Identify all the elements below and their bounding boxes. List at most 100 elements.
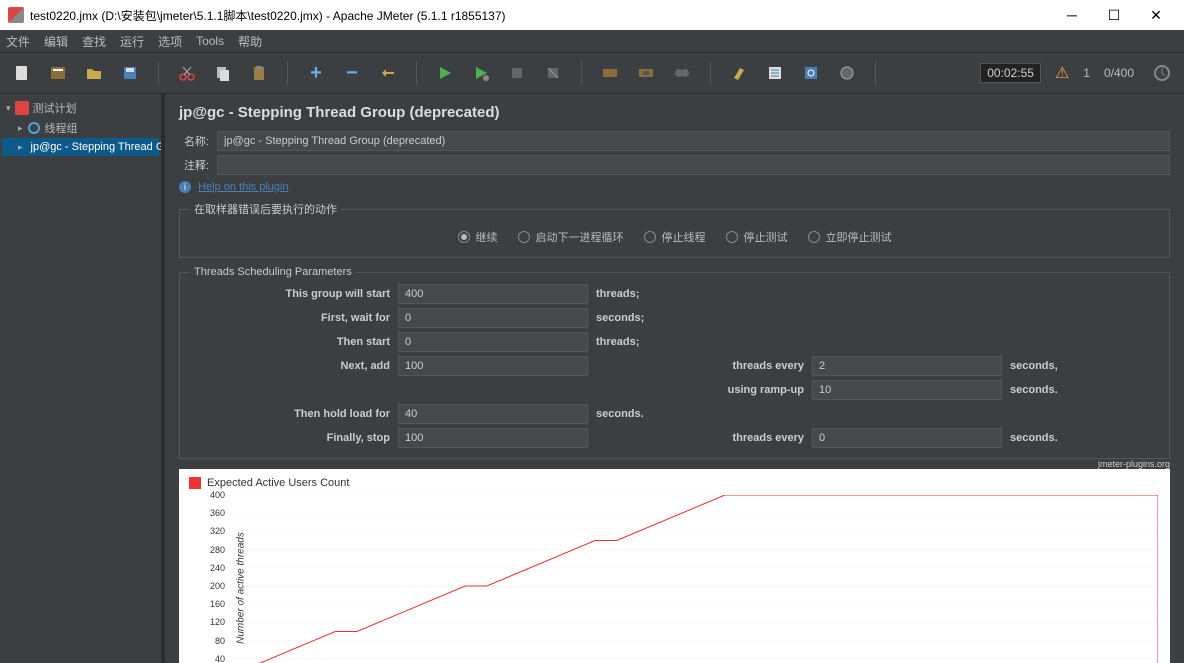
stop-input[interactable] (398, 428, 588, 448)
page-title: jp@gc - Stepping Thread Group (deprecate… (165, 94, 1184, 129)
clear-icon[interactable] (725, 59, 753, 87)
start-input[interactable] (398, 284, 588, 304)
wait-label: First, wait for (190, 312, 390, 324)
copy-icon[interactable] (209, 59, 237, 87)
tree-test-plan[interactable]: ▾ 测试计划 (2, 98, 159, 118)
templates-icon[interactable] (44, 59, 72, 87)
hold-label: Then hold load for (190, 408, 390, 420)
tree-thread-group[interactable]: ▸ 线程组 (2, 118, 159, 138)
flask-icon (15, 101, 29, 115)
chart-line (227, 495, 1158, 663)
radio-4[interactable]: 立即停止测试 (808, 229, 892, 245)
radio-1[interactable]: 启动下一进程循环 (518, 229, 624, 245)
error-action-legend: 在取样器错误后要执行的动作 (190, 201, 341, 217)
toolbar: + − 00:02:55 ⚠ 1 0/400 (0, 52, 1184, 94)
start-icon[interactable] (431, 59, 459, 87)
y-tick: 360 (210, 508, 225, 518)
params-group: Threads Scheduling Parameters This group… (179, 266, 1170, 459)
window-title: test0220.jmx (D:\安装包\jmeter\5.1.1脚本\test… (30, 7, 506, 24)
ramp-input[interactable] (812, 380, 1002, 400)
help-link[interactable]: Help on this plugin (198, 181, 289, 193)
shutdown-icon[interactable] (539, 59, 567, 87)
menu-help[interactable]: 帮助 (238, 33, 262, 50)
remote-stop-icon[interactable] (632, 59, 660, 87)
next-add-every-input[interactable] (812, 356, 1002, 376)
comment-label: 注释: (179, 157, 209, 173)
remote-shutdown-icon[interactable] (668, 59, 696, 87)
y-tick: 120 (210, 617, 225, 627)
stop-mid: threads every (704, 432, 804, 444)
app-icon (8, 7, 24, 23)
clear-all-icon[interactable] (761, 59, 789, 87)
hold-input[interactable] (398, 404, 588, 424)
warning-count: 1 (1083, 66, 1090, 80)
stop-unit: seconds. (1010, 432, 1090, 444)
tree-stepping-thread-group[interactable]: ▸ jp@gc - Stepping Thread G (2, 138, 159, 156)
stop-every-input[interactable] (812, 428, 1002, 448)
menu-edit[interactable]: 编辑 (44, 33, 68, 50)
next-add-unit: seconds, (1010, 360, 1090, 372)
plugin-watermark: jmeter-plugins.org (1098, 459, 1170, 469)
wait-input[interactable] (398, 308, 588, 328)
then-start-label: Then start (190, 336, 390, 348)
radio-icon (644, 231, 656, 243)
minimize-button[interactable]: ─ (1052, 2, 1092, 28)
menu-options[interactable]: 选项 (158, 33, 182, 50)
chart-area: Expected Active Users Count Number of ac… (179, 469, 1170, 663)
radio-icon (458, 231, 470, 243)
menu-tools[interactable]: Tools (196, 34, 224, 48)
radio-2[interactable]: 停止线程 (644, 229, 706, 245)
ramp-unit: seconds. (1010, 384, 1090, 396)
y-tick: 80 (215, 636, 225, 646)
open-icon[interactable] (80, 59, 108, 87)
menu-run[interactable]: 运行 (120, 33, 144, 50)
window-titlebar: test0220.jmx (D:\安装包\jmeter\5.1.1脚本\test… (0, 0, 1184, 30)
toggle-icon[interactable] (374, 59, 402, 87)
radio-icon (726, 231, 738, 243)
start-label: This group will start (190, 288, 390, 300)
function-helper-icon[interactable] (833, 59, 861, 87)
radio-3[interactable]: 停止测试 (726, 229, 788, 245)
next-add-label: Next, add (190, 360, 390, 372)
search-icon[interactable] (797, 59, 825, 87)
test-plan-tree[interactable]: ▾ 测试计划 ▸ 线程组 ▸ jp@gc - Stepping Thread G (0, 94, 165, 663)
y-tick: 200 (210, 581, 225, 591)
wait-unit: seconds; (596, 312, 696, 324)
remote-start-icon[interactable] (596, 59, 624, 87)
y-tick: 40 (215, 654, 225, 663)
name-input[interactable] (217, 131, 1170, 151)
gear-icon (27, 121, 41, 135)
paste-icon[interactable] (245, 59, 273, 87)
thread-count: 0/400 (1104, 66, 1134, 80)
expand-icon[interactable]: + (302, 59, 330, 87)
y-tick: 280 (210, 545, 225, 555)
info-icon: i (179, 181, 191, 193)
radio-0[interactable]: 继续 (458, 229, 498, 245)
then-start-input[interactable] (398, 332, 588, 352)
menu-bar: 文件 编辑 查找 运行 选项 Tools 帮助 (0, 30, 1184, 52)
then-start-unit: threads; (596, 336, 696, 348)
legend-swatch (189, 477, 201, 489)
start-unit: threads; (596, 288, 696, 300)
new-icon[interactable] (8, 59, 36, 87)
radio-icon (518, 231, 530, 243)
error-action-group: 在取样器错误后要执行的动作 继续 启动下一进程循环 停止线程 停止测试 立即停止测试 (179, 201, 1170, 258)
close-button[interactable]: ✕ (1136, 2, 1176, 28)
maximize-button[interactable]: ☐ (1094, 2, 1134, 28)
cut-icon[interactable] (173, 59, 201, 87)
elapsed-time: 00:02:55 (980, 63, 1041, 83)
warning-icon[interactable]: ⚠ (1055, 63, 1069, 83)
collapse-icon[interactable]: − (338, 59, 366, 87)
hold-unit: seconds. (596, 408, 696, 420)
menu-file[interactable]: 文件 (6, 33, 30, 50)
save-icon[interactable] (116, 59, 144, 87)
y-tick: 240 (210, 563, 225, 573)
next-add-mid: threads every (704, 360, 804, 372)
menu-search[interactable]: 查找 (82, 33, 106, 50)
stop-icon[interactable] (503, 59, 531, 87)
comment-input[interactable] (217, 155, 1170, 175)
start-no-timers-icon[interactable] (467, 59, 495, 87)
next-add-input[interactable] (398, 356, 588, 376)
threads-icon[interactable] (1148, 59, 1176, 87)
params-legend: Threads Scheduling Parameters (190, 266, 356, 278)
